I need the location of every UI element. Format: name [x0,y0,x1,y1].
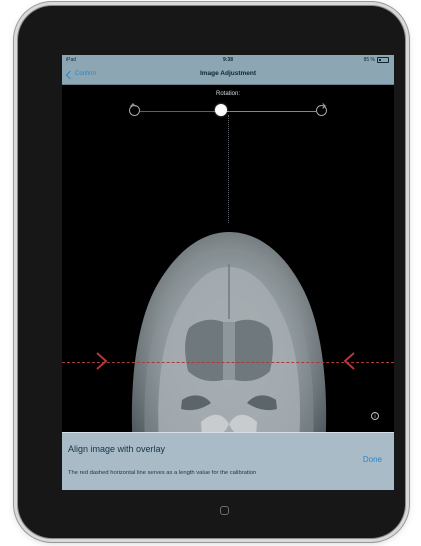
center-guide-line [228,115,229,223]
rotation-label: Rotation: [215,91,240,97]
alignment-panel: Align image with overlay The red dashed … [62,432,394,490]
rotation-slider-track[interactable] [140,111,316,112]
page-title: Image Adjustment [199,70,257,77]
calibration-left-marker-icon[interactable] [94,350,110,372]
rotation-slider-thumb[interactable] [214,104,227,116]
battery-icon [377,57,389,63]
home-button-icon[interactable] [220,506,229,515]
battery-text: 85 % [363,57,375,63]
rotate-counterclockwise-icon[interactable] [129,105,140,116]
info-icon[interactable]: i [371,412,379,420]
status-time: 9:38 [222,57,233,63]
rotate-clockwise-icon[interactable] [316,105,327,116]
ipad-screen: iPad 9:38 85 % Confirm Image Adjustment … [62,55,394,490]
status-bar: iPad 9:38 85 % [62,55,394,65]
done-button[interactable]: Done [363,455,382,465]
battery-status: 85 % [364,55,389,65]
app-stage: iPad 9:38 85 % Confirm Image Adjustment … [0,0,421,546]
panel-title: Align image with overlay [68,444,166,454]
nav-bar: Confirm Image Adjustment [62,65,394,85]
calibration-right-marker-icon[interactable] [341,350,357,372]
panel-description: The red dashed horizontal line serves as… [68,470,257,476]
